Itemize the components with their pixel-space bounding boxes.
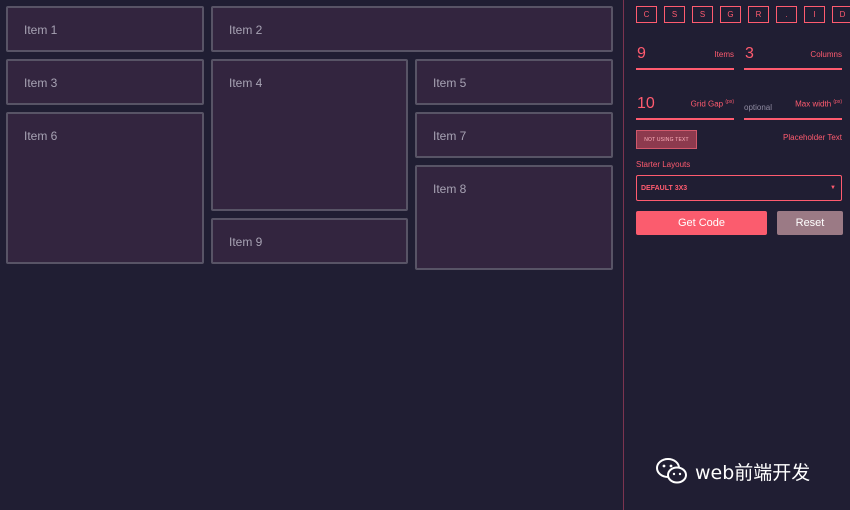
logo-letter: I bbox=[804, 6, 825, 23]
watermark: web前端开发 bbox=[655, 457, 810, 485]
max-width-unit: (px) bbox=[833, 99, 842, 106]
grid-item-3[interactable]: Item 3 bbox=[6, 59, 204, 105]
grid-item-label: Item 5 bbox=[433, 76, 467, 90]
grid-item-label: Item 2 bbox=[229, 23, 263, 37]
grid-item-label: Item 3 bbox=[24, 76, 58, 90]
max-width-label: Max width (px) bbox=[795, 99, 842, 109]
placeholder-text-label: Placeholder Text bbox=[783, 133, 842, 142]
chevron-down-icon: ▼ bbox=[830, 185, 836, 191]
grid-item-8[interactable]: Item 8 bbox=[415, 165, 613, 270]
cssgrid-logo: C S S G R . I D bbox=[636, 6, 850, 23]
grid-gap-unit: (px) bbox=[725, 99, 734, 106]
grid-gap-field[interactable]: 10 Grid Gap (px) bbox=[636, 90, 734, 120]
grid-item-4[interactable]: Item 4 bbox=[211, 59, 408, 211]
items-label: Items bbox=[714, 50, 734, 59]
max-width-field[interactable]: optional Max width (px) bbox=[744, 90, 842, 120]
grid-item-label: Item 6 bbox=[24, 129, 58, 143]
text-toggle-button[interactable]: NOT USING TEXT bbox=[636, 130, 697, 149]
logo-letter: S bbox=[692, 6, 713, 23]
control-panel: C S S G R . I D 9 Items 3 Columns 10 Gri… bbox=[623, 0, 850, 510]
max-width-placeholder: optional bbox=[744, 103, 773, 112]
grid-item-7[interactable]: Item 7 bbox=[415, 112, 613, 158]
items-field[interactable]: 9 Items bbox=[636, 40, 734, 70]
app-root: Item 1 Item 2 Item 3 Item 4 Item 5 Item … bbox=[0, 0, 850, 510]
logo-letter: C bbox=[636, 6, 657, 23]
grid-gap-label-text: Grid Gap bbox=[690, 100, 724, 109]
columns-field[interactable]: 3 Columns bbox=[744, 40, 842, 70]
grid-item-1[interactable]: Item 1 bbox=[6, 6, 204, 52]
logo-letter: R bbox=[748, 6, 769, 23]
watermark-text: web前端开发 bbox=[695, 461, 811, 484]
grid-item-label: Item 7 bbox=[433, 129, 467, 143]
columns-value: 3 bbox=[745, 45, 754, 62]
logo-letter: . bbox=[776, 6, 797, 23]
grid-gap-value: 10 bbox=[637, 95, 655, 112]
wechat-icon bbox=[656, 458, 687, 484]
starter-layouts-select[interactable]: DEFAULT 3X3 ▼ bbox=[636, 175, 842, 201]
grid-item-9[interactable]: Item 9 bbox=[211, 218, 408, 264]
reset-button[interactable]: Reset bbox=[777, 211, 843, 235]
grid-item-6[interactable]: Item 6 bbox=[6, 112, 204, 264]
grid-item-label: Item 1 bbox=[24, 23, 58, 37]
grid-item-label: Item 8 bbox=[433, 182, 467, 196]
get-code-button[interactable]: Get Code bbox=[636, 211, 767, 235]
logo-letter: G bbox=[720, 6, 741, 23]
max-width-label-text: Max width bbox=[795, 100, 832, 109]
items-value: 9 bbox=[637, 45, 646, 62]
grid-item-label: Item 9 bbox=[229, 235, 263, 249]
logo-letter: D bbox=[832, 6, 850, 23]
grid-item-label: Item 4 bbox=[229, 76, 263, 90]
grid-gap-label: Grid Gap (px) bbox=[691, 99, 734, 109]
starter-layouts-value: DEFAULT 3X3 bbox=[641, 184, 688, 192]
grid-preview: Item 1 Item 2 Item 3 Item 4 Item 5 Item … bbox=[0, 0, 623, 510]
starter-layouts-label: Starter Layouts bbox=[636, 160, 691, 169]
logo-letter: S bbox=[664, 6, 685, 23]
grid-item-5[interactable]: Item 5 bbox=[415, 59, 613, 105]
columns-label: Columns bbox=[810, 50, 842, 59]
grid-item-2[interactable]: Item 2 bbox=[211, 6, 613, 52]
